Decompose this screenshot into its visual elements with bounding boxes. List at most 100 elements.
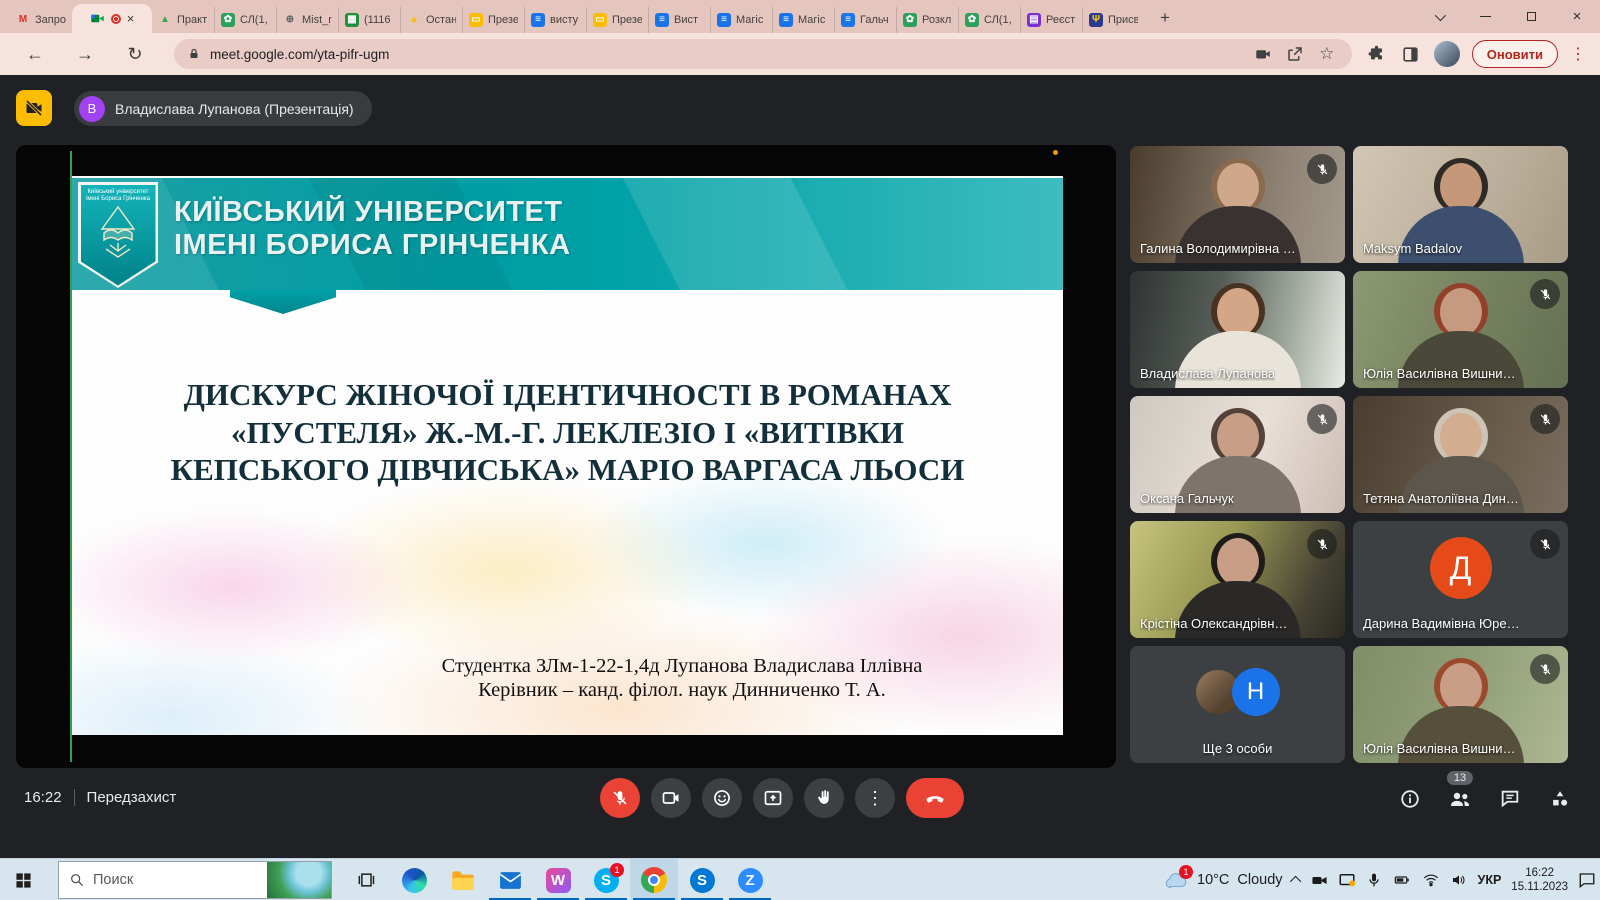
tab-search-chevron-icon[interactable] [1416,0,1462,33]
participant-tile[interactable]: Тетяна Анатоліївна Дин… [1353,396,1568,513]
tab-title: Розкл [922,14,951,26]
lock-icon [188,47,200,61]
emblem-caption-1: Київський університет [86,189,150,196]
taskbar-clock[interactable]: 16:22 15.11.2023 [1511,866,1568,894]
bookmark-star-icon[interactable]: ☆ [1316,43,1338,65]
reactions-button[interactable] [702,778,742,818]
browser-tab[interactable]: ✿ СЛ(1, [958,7,1020,33]
z-app-icon[interactable]: Z [726,859,774,900]
browser-menu-icon[interactable]: ⋮ [1570,44,1586,64]
weather-widget[interactable]: 1 10°C Cloudy [1163,869,1283,891]
meeting-details-button[interactable] [1398,787,1422,811]
participant-tile[interactable]: Maksym Badalov [1353,146,1568,263]
presenting-indicator-dot [1053,150,1058,155]
forward-button[interactable]: → [70,39,100,69]
tab-title: Магіс [736,14,763,26]
camera-button[interactable] [651,778,691,818]
end-call-button[interactable] [906,778,964,818]
tab-favicon: ≡ [655,13,669,27]
tab-close-icon[interactable]: × [127,12,135,25]
activities-button[interactable] [1548,787,1572,811]
skype-app-icon[interactable]: S 1 [582,859,630,900]
browser-tab[interactable]: ▦ (1116 [338,7,400,33]
present-button[interactable] [753,778,793,818]
tab-title: Реєст [1046,14,1075,26]
tray-cast-icon[interactable] [1338,871,1356,889]
tray-volume-icon[interactable] [1450,872,1468,888]
chrome-update-button[interactable]: Оновити [1472,40,1558,68]
browser-tab[interactable]: ✿ Розкл [896,7,958,33]
mic-muted-icon [1530,654,1560,684]
participant-tile[interactable]: Оксана Гальчук [1130,396,1345,513]
browser-tab[interactable]: ▭ Презе [586,7,648,33]
call-controls: ⋮ [600,778,964,818]
raise-hand-button[interactable] [804,778,844,818]
desktop: M Запро × ▲ Практ ✿ СЛ(1, ⊕ Mist_n [0,0,1600,900]
mic-muted-icon [1530,279,1560,309]
profile-avatar[interactable] [1434,41,1460,67]
participant-tile[interactable]: Владислава Лупанова [1130,271,1345,388]
mic-button[interactable] [600,778,640,818]
more-options-button[interactable]: ⋮ [855,778,895,818]
participant-tile[interactable]: Юлія Василівна Вишни… [1353,646,1568,763]
participant-name: Юлія Василівна Вишни… [1363,366,1516,381]
window-close-button[interactable]: × [1554,0,1600,33]
shared-window-edge [70,151,72,762]
tray-wifi-icon[interactable] [1422,872,1440,888]
browser-tab[interactable]: ≡ Магіс [710,7,772,33]
browser-tab[interactable]: ▲ Остан [400,7,462,33]
browser-tab[interactable]: ≡ висту [524,7,586,33]
browser-tab[interactable]: ✿ СЛ(1, [214,7,276,33]
chrome-app-icon[interactable] [630,859,678,900]
chat-button[interactable] [1498,787,1522,811]
taskbar-search-input[interactable]: Поиск [58,861,332,899]
action-center-icon[interactable] [1578,871,1596,889]
edge-app-icon[interactable] [390,859,438,900]
camera-permission-icon[interactable] [1252,43,1274,65]
browser-tab[interactable]: ≡ Магіс [772,7,834,33]
browser-tab[interactable]: Ψ Присв [1082,7,1144,33]
reading-mode-icon[interactable] [1400,43,1422,65]
share-icon[interactable] [1284,43,1306,65]
mail-app-icon[interactable] [486,859,534,900]
tray-battery-icon[interactable] [1392,872,1412,888]
mic-muted-icon [1307,404,1337,434]
task-view-button[interactable] [344,859,388,900]
people-button[interactable]: 13 [1448,787,1472,811]
slide-student-line: Студентка ЗЛм-1-22-1,4д Лупанова Владисл… [352,654,1012,678]
browser-tab[interactable]: ▭ Презе [462,7,524,33]
participant-name: Ще 3 особи [1203,741,1273,756]
browser-tab[interactable]: ≡ Гальч [834,7,896,33]
participant-tile[interactable]: Юлія Василівна Вишни… [1353,271,1568,388]
tab-favicon: ▭ [593,13,607,27]
file-explorer-app-icon[interactable] [438,859,486,900]
tray-expand-chevron-icon[interactable] [1293,876,1301,884]
w-app-icon[interactable]: W [534,859,582,900]
extensions-puzzle-icon[interactable] [1366,43,1388,65]
participant-tile[interactable]: Крістіна Олександрівн… [1130,521,1345,638]
participant-name: Тетяна Анатоліївна Дин… [1363,491,1519,506]
participant-tile[interactable]: Галина Володимирівна … [1130,146,1345,263]
window-restore-button[interactable] [1508,0,1554,33]
address-bar[interactable]: meet.google.com/yta-pifr-ugm ☆ [174,39,1352,69]
browser-tab[interactable]: ▲ Практ [152,7,214,33]
tab-title: СЛ(1, [984,14,1012,26]
window-minimize-button[interactable] [1462,0,1508,33]
language-indicator[interactable]: УКР [1478,873,1502,887]
participant-tile[interactable]: H H Ще 3 особи [1130,646,1345,763]
browser-tab[interactable]: M Запро [10,7,72,33]
back-button[interactable]: ← [20,39,50,69]
tray-camera-icon[interactable] [1311,872,1328,889]
new-tab-button[interactable]: + [1152,5,1178,31]
skype2-app-icon[interactable]: S [678,859,726,900]
browser-tab[interactable]: ▤ Реєст [1020,7,1082,33]
browser-tab[interactable]: ≡ Вист [648,7,710,33]
browser-tab-active-meet[interactable]: × [72,4,152,33]
browser-tab[interactable]: ⊕ Mist_n [276,7,338,33]
camera-off-warning-icon[interactable] [16,90,52,126]
participant-tile[interactable]: Д Д Дарина Вадимівна Юре… [1353,521,1568,638]
overflow-participants-avatars: H [1196,668,1280,716]
start-button[interactable] [0,859,46,900]
reload-button[interactable]: ↻ [120,39,150,69]
tray-mic-icon[interactable] [1366,872,1382,888]
